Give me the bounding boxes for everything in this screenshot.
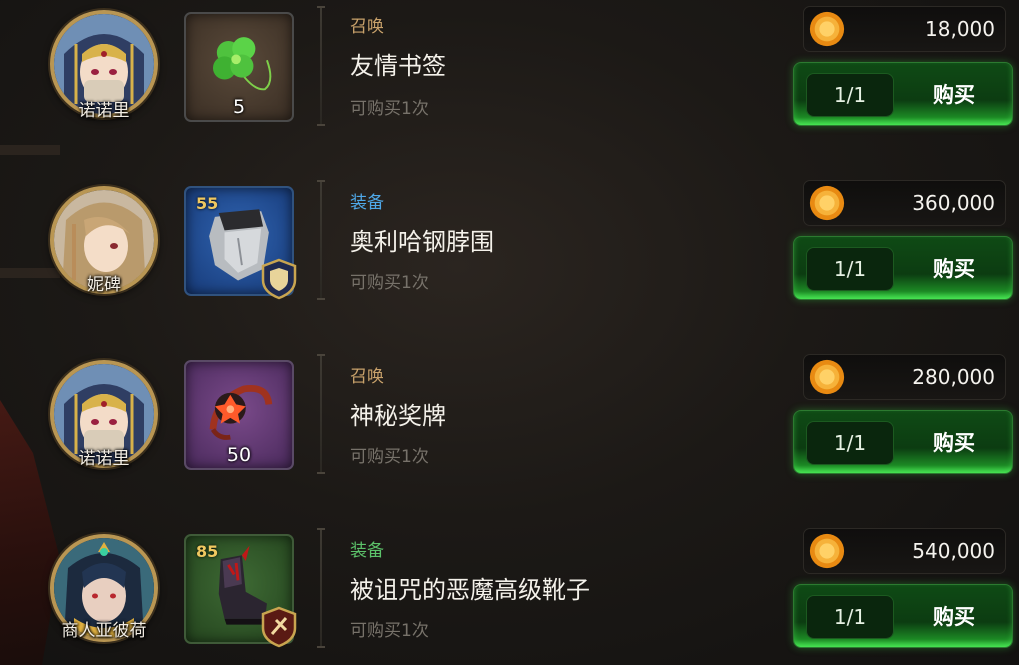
purchase-limit: 可购买1次 (350, 447, 429, 467)
price-bar: 18,000 (803, 6, 1006, 52)
item-price: 540,000 (912, 539, 995, 563)
buy-button-label: 购买 (933, 257, 975, 281)
merchant-name: 诺诺里 (78, 101, 130, 121)
item-title: 奥利哈钢脖围 (350, 228, 494, 256)
item-count: 5 (232, 96, 246, 118)
purchase-limit: 可购买1次 (350, 273, 429, 293)
item-price: 360,000 (912, 191, 995, 215)
buy-button[interactable]: 1/1 购买 (793, 236, 1013, 300)
buy-button-label: 购买 (933, 605, 975, 629)
item-slot[interactable]: 5 (184, 12, 294, 122)
item-price: 18,000 (925, 17, 995, 41)
buy-button-label: 购买 (933, 83, 975, 107)
shop-row: 诺诺里 50 召唤 神秘奖牌 可购买1次 280,000 1/1 购买 (0, 348, 1019, 522)
item-level: 85 (196, 542, 219, 561)
item-title: 神秘奖牌 (350, 402, 446, 430)
purchase-quantity: 1/1 (806, 247, 894, 291)
row-divider (317, 180, 325, 300)
purchase-limit: 可购买1次 (350, 621, 429, 641)
item-category: 装备 (350, 193, 384, 213)
purchase-quantity: 1/1 (806, 421, 894, 465)
gold-coin-icon (809, 359, 845, 395)
item-category: 召唤 (350, 367, 384, 387)
item-title: 被诅咒的恶魔高级靴子 (350, 576, 590, 604)
gold-coin-icon (809, 11, 845, 47)
merchant-name: 商人亚彼荷 (61, 621, 147, 641)
armor-slot-badge-icon (261, 258, 297, 300)
purchase-limit: 可购买1次 (350, 99, 429, 119)
purchase-quantity: 1/1 (806, 73, 894, 117)
shop-row: 妮碑 55 装备 奥利哈钢脖围 可购买1次 360,000 1/1 购买 (0, 174, 1019, 348)
merchant-name: 妮碑 (87, 275, 121, 295)
row-divider (317, 528, 325, 648)
item-level: 55 (196, 194, 219, 213)
item-slot[interactable]: 85 (184, 534, 297, 648)
gold-coin-icon (809, 533, 845, 569)
price-bar: 360,000 (803, 180, 1006, 226)
item-price: 280,000 (912, 365, 995, 389)
buy-button[interactable]: 1/1 购买 (793, 410, 1013, 474)
price-bar: 280,000 (803, 354, 1006, 400)
item-category: 召唤 (350, 17, 384, 37)
buy-button[interactable]: 1/1 购买 (793, 62, 1013, 126)
weapon-slot-badge-icon (261, 606, 297, 648)
item-category: 装备 (350, 541, 384, 561)
shop-row: 诺诺里 5 召唤 友情书签 可购买1次 18,000 1/1 购买 (0, 0, 1019, 174)
item-slot[interactable]: 50 (184, 360, 294, 470)
price-bar: 540,000 (803, 528, 1006, 574)
item-title: 友情书签 (350, 52, 446, 80)
item-count: 50 (226, 444, 252, 466)
merchant-name: 诺诺里 (78, 449, 130, 469)
purchase-quantity: 1/1 (806, 595, 894, 639)
buy-button-label: 购买 (933, 431, 975, 455)
row-divider (317, 354, 325, 474)
row-divider (317, 6, 325, 126)
gold-coin-icon (809, 185, 845, 221)
shop-row: 商人亚彼荷 85 装备 被诅咒的恶魔高级靴子 可购买1次 540,000 1/1… (0, 522, 1019, 665)
buy-button[interactable]: 1/1 购买 (793, 584, 1013, 648)
item-slot[interactable]: 55 (184, 186, 297, 300)
